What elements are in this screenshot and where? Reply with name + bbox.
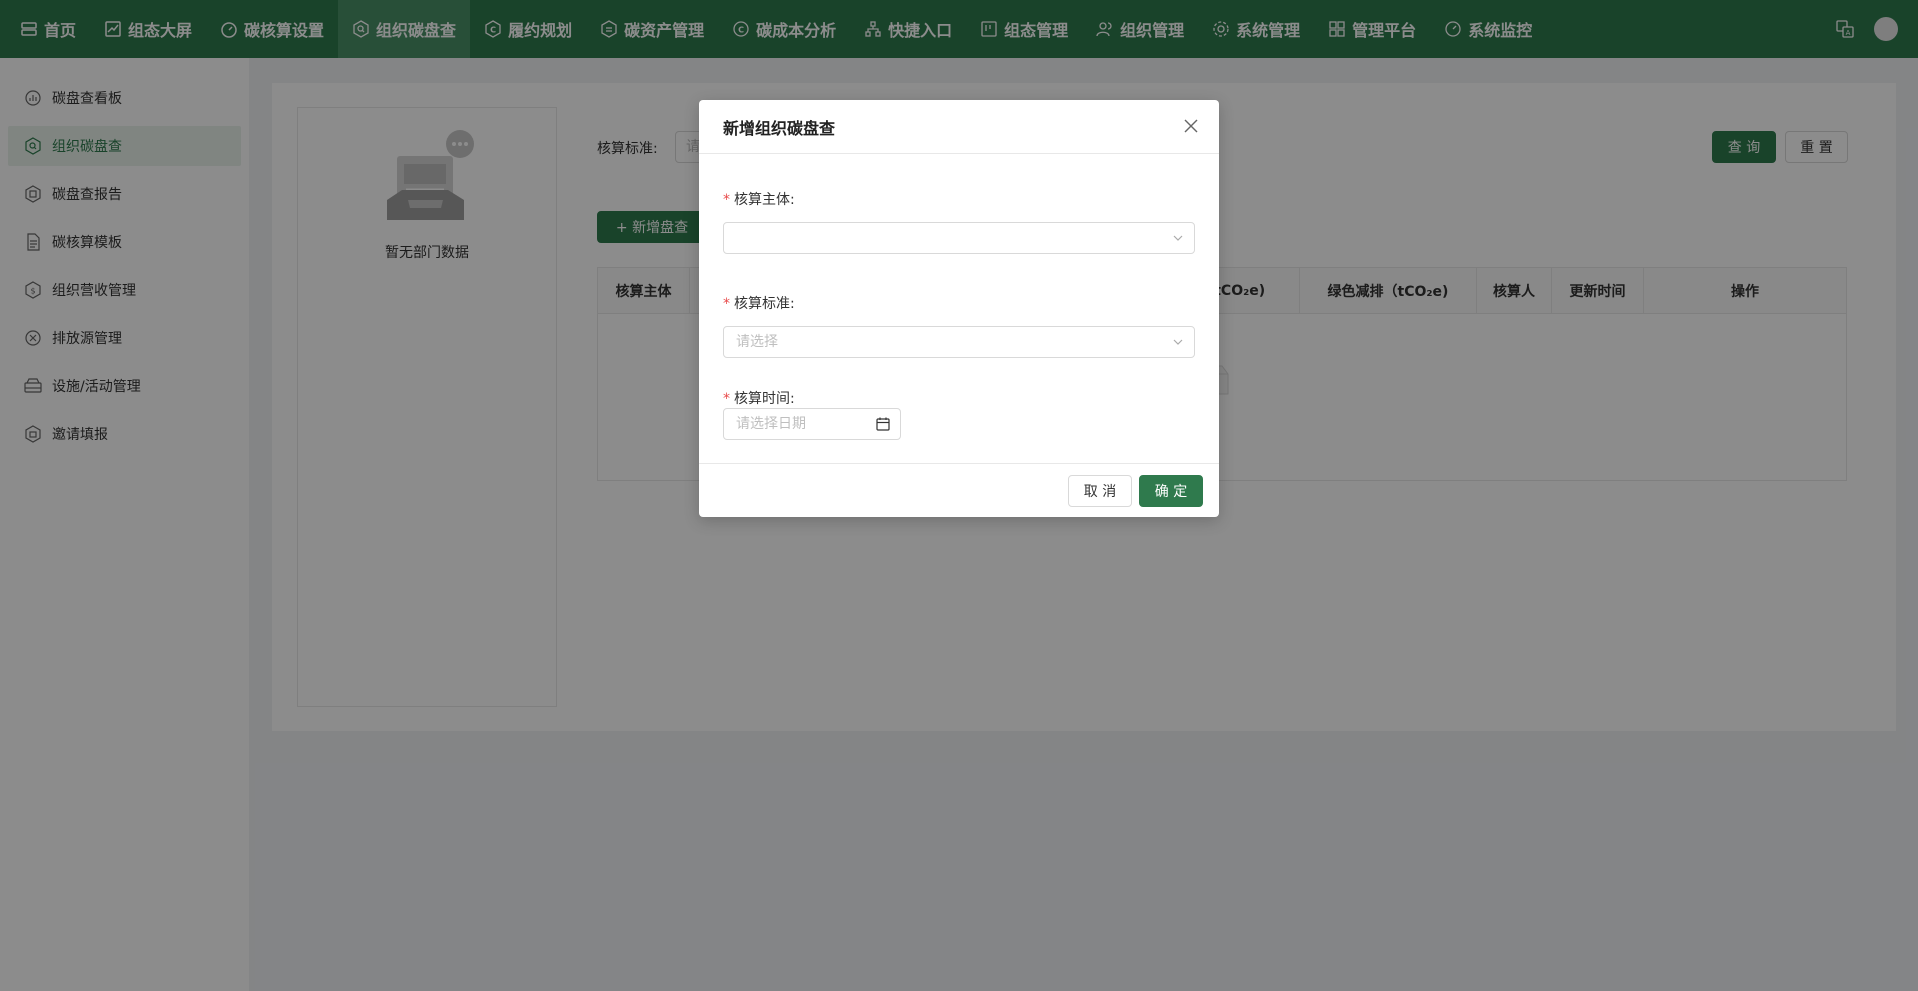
add-inventory-modal: 新增组织碳盘查 * 核算主体: * 核算标准: 请选择 * 核算时间: 请选择日期 取… bbox=[699, 100, 1219, 517]
modal-title: 新增组织碳盘查 bbox=[723, 118, 836, 138]
time-label: * 核算时间: bbox=[723, 391, 795, 407]
cancel-button[interactable]: 取 消 bbox=[1068, 475, 1132, 507]
chevron-down-icon bbox=[1173, 339, 1183, 345]
subject-label: * 核算主体: bbox=[723, 192, 795, 208]
date-picker-input[interactable]: 请选择日期 bbox=[723, 408, 901, 440]
chevron-down-icon bbox=[1173, 235, 1183, 241]
calendar-icon bbox=[876, 417, 890, 431]
modal-footer: 取 消 确 定 bbox=[699, 463, 1219, 517]
required-mark: * bbox=[723, 192, 730, 208]
required-mark: * bbox=[723, 391, 730, 407]
date-placeholder: 请选择日期 bbox=[736, 416, 806, 432]
subject-select[interactable] bbox=[723, 222, 1195, 254]
required-mark: * bbox=[723, 296, 730, 312]
confirm-button[interactable]: 确 定 bbox=[1139, 475, 1203, 507]
close-icon[interactable] bbox=[1183, 118, 1199, 134]
standard-select[interactable]: 请选择 bbox=[723, 326, 1195, 358]
standard-select-placeholder: 请选择 bbox=[736, 334, 778, 350]
standard-label: * 核算标准: bbox=[723, 296, 795, 312]
modal-header: 新增组织碳盘查 bbox=[699, 100, 1219, 154]
